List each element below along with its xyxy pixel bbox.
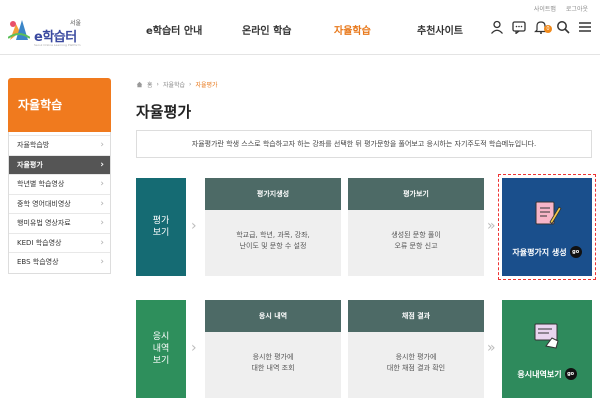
create-self-eval-label: 자율평가지 생성: [512, 247, 567, 257]
sidebar-item-self-study-room[interactable]: 자율학습방: [9, 136, 110, 156]
gnb-item-recommended[interactable]: 추천사이트: [417, 22, 463, 37]
card-line: 학교급, 학년, 과목, 강좌,: [236, 231, 310, 239]
history-label-line1: 응시: [152, 331, 170, 342]
sidebar-menu: 자율학습방 자율평가 학년별 학습영상 중학 영어대비영상 행미유법 영상자료 …: [8, 132, 111, 274]
page-description: 자율평가란 학생 스스로 학습하고자 하는 강좌를 선택한 뒤 평가문항을 풀어…: [136, 130, 592, 158]
eval-row-label: 평가 보기: [136, 178, 186, 276]
gnb-item-self-study[interactable]: 자율학습: [334, 22, 371, 37]
utility-links: 사이트맵 로그아웃: [534, 4, 588, 13]
header-icons: 0: [490, 20, 592, 34]
logo-tagline: Seoul Online Learning Platform: [34, 43, 81, 47]
notebook-pencil-icon: [535, 201, 562, 225]
eval-label-line2: 보기: [152, 228, 170, 238]
sidebar-item-ebs-videos[interactable]: EBS 학습영상: [9, 253, 110, 273]
sitemap-link[interactable]: 사이트맵: [534, 4, 556, 13]
history-label-line3: 보기: [152, 356, 170, 367]
view-history-label: 응시내역보기: [517, 369, 562, 379]
gnb-item-guide[interactable]: e학습터 안내: [146, 22, 202, 37]
notification-badge: 0: [544, 25, 552, 33]
double-chevron-right-icon: »: [487, 340, 496, 356]
go-badge: go: [569, 246, 582, 258]
breadcrumb-level1[interactable]: 자율학습: [163, 80, 185, 89]
card-title: 응시 내역: [205, 300, 341, 332]
breadcrumb: 홈 › 자율학습 › 자율평가: [136, 80, 218, 89]
history-row-label: 응시 내역 보기: [136, 300, 186, 398]
create-self-eval-button[interactable]: 자율평가지 생성 go: [502, 178, 592, 276]
card-line: 오류 문항 신고: [394, 241, 438, 250]
sidebar-item-video-materials[interactable]: 행미유법 영상자료: [9, 214, 110, 234]
bell-icon[interactable]: 0: [534, 20, 552, 34]
document-hand-icon: [534, 323, 559, 349]
card-title: 채점 결과: [348, 300, 484, 332]
history-label-line2: 내역: [152, 343, 170, 354]
eval-step-view-card: 평가보기 생성된 문항 풀이 오류 문항 신고: [348, 178, 484, 276]
double-chevron-right-icon: »: [487, 218, 496, 234]
page-title: 자율평가: [136, 103, 192, 121]
chat-icon[interactable]: [512, 20, 526, 34]
sidebar-item-grade-videos[interactable]: 학년별 학습영상: [9, 175, 110, 195]
card-title: 평가보기: [348, 178, 484, 210]
sidebar-item-kedi-videos[interactable]: KEDI 학습영상: [9, 234, 110, 253]
user-icon[interactable]: [490, 20, 504, 34]
menu-icon[interactable]: [578, 20, 592, 34]
eval-step-create-card: 평가지생성 학교급, 학년, 과목, 강좌, 난이도 및 문항 수 설정: [205, 178, 341, 276]
card-line: 난이도 및 문항 수 설정: [239, 241, 307, 250]
header-divider: [0, 54, 600, 55]
sidebar-title: 자율학습: [8, 78, 111, 132]
card-line: 생성된 문항 풀이: [391, 231, 441, 239]
history-step-result-card: 채점 결과 응시한 평가에 대한 채점 결과 확인: [348, 300, 484, 398]
gnb-item-online[interactable]: 온라인 학습: [242, 22, 291, 37]
search-icon[interactable]: [556, 20, 570, 34]
view-history-button[interactable]: 응시내역보기 go: [502, 300, 592, 398]
eval-label-line1: 평가: [152, 215, 170, 226]
chevron-right-icon: ›: [191, 340, 197, 356]
card-line: 응시한 평가에: [252, 353, 294, 361]
card-line: 대한 채점 결과 확인: [386, 363, 446, 372]
breadcrumb-home[interactable]: 홈: [147, 80, 153, 89]
card-title: 평가지생성: [205, 178, 341, 210]
sidebar-item-self-eval[interactable]: 자율평가: [9, 155, 110, 175]
card-line: 응시한 평가에: [395, 353, 437, 361]
card-line: 대한 내역 조회: [251, 363, 295, 372]
breadcrumb-separator: ›: [156, 81, 159, 88]
logout-link[interactable]: 로그아웃: [566, 4, 588, 13]
home-icon[interactable]: [136, 81, 143, 88]
breadcrumb-separator: ›: [189, 81, 192, 88]
chevron-right-icon: ›: [191, 218, 197, 234]
history-step-list-card: 응시 내역 응시한 평가에 대한 내역 조회: [205, 300, 341, 398]
go-badge: go: [564, 368, 577, 380]
sidebar: 자율학습 자율학습방 자율평가 학년별 학습영상 중학 영어대비영상 행미유법 …: [8, 78, 111, 274]
sidebar-item-middle-english[interactable]: 중학 영어대비영상: [9, 195, 110, 214]
breadcrumb-current: 자율평가: [195, 82, 218, 89]
